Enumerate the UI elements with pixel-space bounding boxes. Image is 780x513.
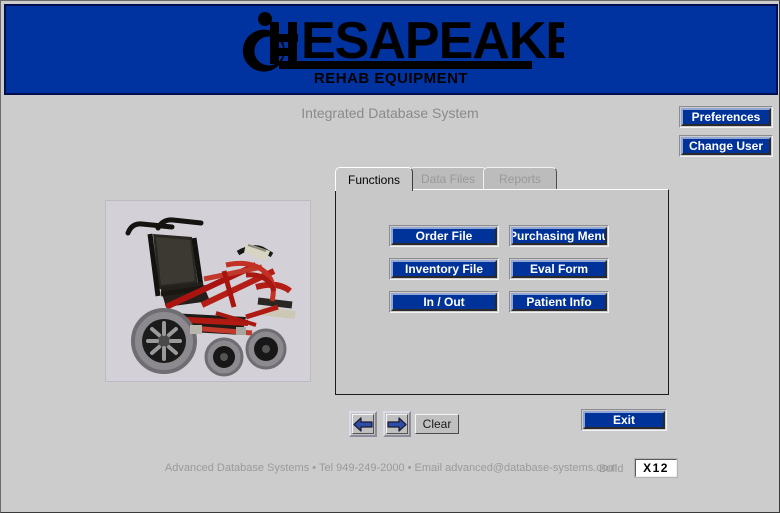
clear-button[interactable]: Clear xyxy=(415,414,459,434)
patient-info-button[interactable]: Patient Info xyxy=(509,291,609,313)
tab-functions[interactable]: Functions xyxy=(335,167,413,191)
inventory-file-button-label: Inventory File xyxy=(391,260,497,278)
tab-reports-label: Reports xyxy=(498,171,542,186)
application-window: ESAPEAKE REHAB EQUIPMENT Integrated Data… xyxy=(0,0,780,513)
page-title: Integrated Database System xyxy=(301,105,479,121)
change-user-button-label: Change User xyxy=(681,137,771,155)
next-record-button[interactable] xyxy=(383,411,411,437)
eval-form-button-label: Eval Form xyxy=(511,260,607,278)
purchasing-menu-button-label: Purchasing Menu xyxy=(511,227,607,245)
build-label: Build xyxy=(599,463,624,475)
tab-functions-label: Functions xyxy=(347,172,401,187)
product-image-panel xyxy=(105,200,311,382)
arrow-right-icon xyxy=(387,416,407,432)
in-out-button[interactable]: In / Out xyxy=(389,291,499,313)
in-out-button-label: In / Out xyxy=(391,293,497,311)
exit-button-label: Exit xyxy=(583,411,665,429)
clear-button-label: Clear xyxy=(422,417,452,431)
order-file-button-label: Order File xyxy=(391,227,497,245)
tab-data-files-label: Data Files xyxy=(420,171,476,186)
preferences-button-label: Preferences xyxy=(681,108,771,126)
arrow-left-icon xyxy=(353,416,373,432)
build-value-field[interactable]: X12 xyxy=(634,458,678,478)
header-tagline: REHAB EQUIPMENT xyxy=(313,70,469,87)
tab-bar: Functions Data Files Reports xyxy=(335,167,669,191)
purchasing-menu-button[interactable]: Purchasing Menu xyxy=(509,225,609,247)
exit-button[interactable]: Exit xyxy=(581,409,667,431)
wheelchair-accessibility-icon: ESAPEAKE xyxy=(242,12,564,72)
previous-button-face xyxy=(352,414,374,434)
preferences-button[interactable]: Preferences xyxy=(679,106,773,128)
inventory-file-button[interactable]: Inventory File xyxy=(389,258,499,280)
next-button-face xyxy=(386,414,408,434)
previous-record-button[interactable] xyxy=(349,411,377,437)
header-banner: ESAPEAKE REHAB EQUIPMENT xyxy=(4,4,778,95)
tab-reports[interactable]: Reports xyxy=(483,167,557,189)
functions-panel xyxy=(335,189,669,395)
company-logo: ESAPEAKE REHAB EQUIPMENT xyxy=(6,6,776,93)
patient-info-button-label: Patient Info xyxy=(511,293,607,311)
change-user-button[interactable]: Change User xyxy=(679,135,773,157)
power-wheelchair-image xyxy=(106,201,310,381)
order-file-button[interactable]: Order File xyxy=(389,225,499,247)
eval-form-button[interactable]: Eval Form xyxy=(509,258,609,280)
tab-data-files[interactable]: Data Files xyxy=(409,167,487,189)
